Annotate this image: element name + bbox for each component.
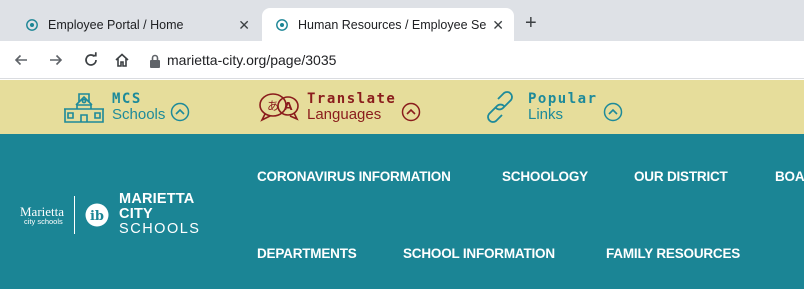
home-icon[interactable] bbox=[112, 50, 132, 70]
site-favicon-icon bbox=[276, 18, 288, 31]
lock-icon[interactable] bbox=[148, 53, 162, 69]
district-name-line3: SCHOOLS bbox=[119, 221, 201, 238]
chevron-up-icon[interactable] bbox=[401, 102, 421, 122]
district-name-line1: MARIETTA bbox=[119, 191, 195, 207]
nav-departments[interactable]: DEPARTMENTS bbox=[257, 246, 357, 261]
svg-text:ib: ib bbox=[90, 209, 104, 224]
close-tab-icon[interactable]: ✕ bbox=[238, 18, 250, 32]
district-name: MARIETTA CITY SCHOOLS bbox=[119, 191, 201, 238]
nav-coronavirus-information[interactable]: CORONAVIRUS INFORMATION bbox=[257, 169, 451, 184]
nav-schoology[interactable]: SCHOOLOGY bbox=[502, 169, 588, 184]
nav-family-resources[interactable]: FAMILY RESOURCES bbox=[606, 246, 740, 261]
logo-divider bbox=[74, 195, 76, 234]
close-tab-icon[interactable]: ✕ bbox=[492, 18, 504, 32]
forward-arrow-icon[interactable] bbox=[46, 50, 66, 70]
browser-toolbar: marietta-city.org/page/3035 bbox=[0, 41, 804, 79]
util-label-bottom: Languages bbox=[307, 106, 382, 123]
util-label-top: Popular bbox=[528, 91, 598, 107]
school-building-icon bbox=[64, 93, 104, 123]
marietta-wordmark: Marietta city schools bbox=[20, 205, 64, 226]
utility-bar: MCS Schools あ A Translate Languages Popu… bbox=[0, 80, 804, 134]
wordmark-subtext: city schools bbox=[24, 216, 63, 226]
translate-speech-icon: あ A bbox=[259, 93, 299, 122]
site-favicon-icon bbox=[26, 18, 38, 31]
mcs-schools-menu[interactable]: MCS Schools bbox=[62, 87, 190, 127]
svg-text:A: A bbox=[284, 100, 293, 113]
translate-languages-menu[interactable]: あ A Translate Languages bbox=[257, 87, 421, 127]
browser-tab-human-resources[interactable]: Human Resources / Employee Se ✕ bbox=[262, 8, 514, 41]
nav-school-information[interactable]: SCHOOL INFORMATION bbox=[403, 246, 555, 261]
address-bar-url[interactable]: marietta-city.org/page/3035 bbox=[167, 52, 336, 68]
nav-board[interactable]: BOA bbox=[775, 169, 804, 184]
browser-tab-employee-portal[interactable]: Employee Portal / Home ✕ bbox=[12, 8, 260, 41]
site-header: Marietta city schools ib MARIETTA CITY S… bbox=[0, 134, 804, 289]
nav-our-district[interactable]: OUR DISTRICT bbox=[634, 169, 728, 184]
new-tab-button[interactable]: + bbox=[525, 13, 537, 33]
wordmark-text: Marietta bbox=[20, 203, 65, 219]
reload-icon[interactable] bbox=[81, 50, 101, 70]
svg-text:あ: あ bbox=[267, 99, 279, 113]
link-chain-icon bbox=[487, 91, 513, 123]
util-label-bottom: Schools bbox=[112, 106, 166, 123]
util-label-top: Translate bbox=[307, 91, 397, 107]
chevron-up-icon[interactable] bbox=[170, 102, 190, 122]
district-name-line2: CITY bbox=[119, 206, 153, 223]
tab-title: Employee Portal / Home bbox=[48, 17, 184, 32]
back-arrow-icon[interactable] bbox=[11, 50, 31, 70]
browser-tab-strip: Employee Portal / Home ✕ Human Resources… bbox=[0, 0, 804, 41]
ib-world-school-icon: ib bbox=[85, 203, 109, 227]
popular-links-menu[interactable]: Popular Links bbox=[478, 87, 623, 127]
util-label-bottom: Links bbox=[528, 106, 564, 123]
tab-title: Human Resources / Employee Se bbox=[298, 17, 487, 32]
site-logo[interactable]: Marietta city schools ib MARIETTA CITY S… bbox=[20, 191, 201, 238]
chevron-up-icon[interactable] bbox=[603, 102, 623, 122]
util-label-top: MCS bbox=[112, 91, 142, 107]
